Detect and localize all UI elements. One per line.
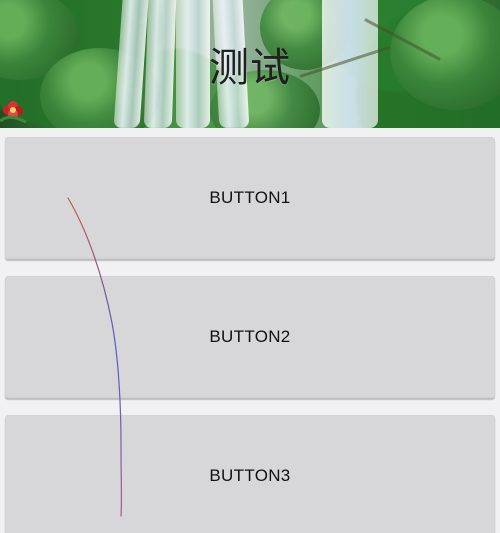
- page-title: 测试: [209, 45, 291, 91]
- app-screen: 测试 BUTTON1 BUTTON2 BUTTON3: [0, 0, 500, 533]
- flower-icon: [0, 101, 27, 124]
- button-3[interactable]: BUTTON3: [5, 415, 495, 533]
- header-banner: 测试: [0, 0, 500, 128]
- button-2[interactable]: BUTTON2: [5, 276, 495, 398]
- button-1[interactable]: BUTTON1: [5, 137, 495, 259]
